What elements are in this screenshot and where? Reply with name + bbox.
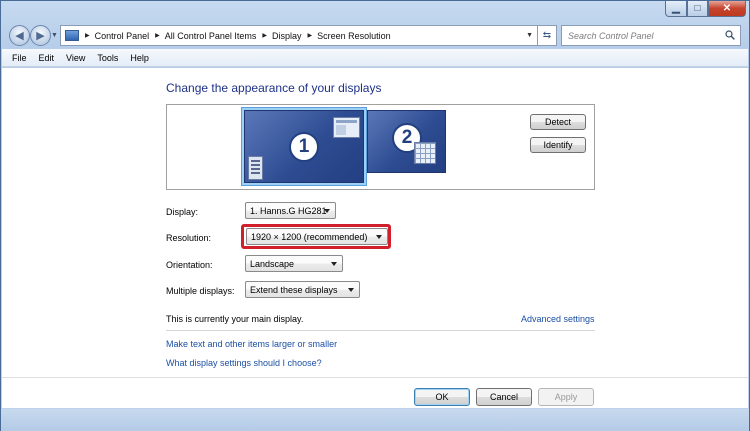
breadcrumb-control-panel[interactable]: Control Panel: [95, 31, 150, 41]
menu-edit[interactable]: Edit: [33, 53, 61, 63]
breadcrumb-separator-icon[interactable]: ▶: [262, 32, 267, 39]
breadcrumb-screen-resolution[interactable]: Screen Resolution: [317, 31, 391, 41]
maximize-button[interactable]: □: [687, 1, 708, 17]
monitor-number: 1: [289, 132, 319, 162]
window-thumbnail-icon: [333, 117, 360, 138]
menu-help[interactable]: Help: [124, 53, 155, 63]
orientation-label: Orientation:: [166, 260, 213, 270]
window-bottom-border: [1, 409, 749, 431]
breadcrumb-display[interactable]: Display: [272, 31, 302, 41]
menu-tools[interactable]: Tools: [91, 53, 124, 63]
monitor-arrangement-panel: 1 2 Detect Identify: [166, 104, 595, 190]
refresh-icon: ⇆: [542, 30, 552, 41]
address-dropdown-icon[interactable]: ▼: [526, 32, 533, 39]
advanced-settings-link[interactable]: Advanced settings: [521, 314, 595, 324]
address-bar[interactable]: ▶ Control Panel ▶ All Control Panel Items …: [60, 25, 538, 46]
main-display-note: This is currently your main display.: [166, 314, 304, 324]
multiple-displays-select-value: Extend these displays: [250, 284, 338, 295]
multiple-displays-select[interactable]: Extend these displays: [245, 281, 360, 298]
chevron-down-icon: [348, 288, 354, 292]
multiple-displays-label: Multiple displays:: [166, 286, 235, 296]
window-frame: ▁ □ ✕ ◀ ▶ ▼ ▶ Control Panel ▶ All Control …: [0, 0, 750, 431]
search-icon[interactable]: [725, 30, 735, 40]
chevron-down-icon: [324, 209, 330, 213]
breadcrumb-separator-icon[interactable]: ▶: [155, 32, 160, 39]
chevron-down-icon: [331, 262, 337, 266]
identify-button[interactable]: Identify: [530, 137, 586, 153]
chevron-down-icon: [376, 235, 382, 239]
content-area: Change the appearance of your displays 1…: [2, 68, 748, 408]
grid-thumbnail-icon: [414, 142, 436, 164]
display-select[interactable]: 1. Hanns.G HG281: [245, 202, 336, 219]
cancel-button[interactable]: Cancel: [476, 388, 532, 406]
resolution-select-value: 1920 × 1200 (recommended): [251, 231, 368, 242]
title-bar: ▁ □ ✕: [1, 1, 749, 21]
menu-view[interactable]: View: [60, 53, 91, 63]
page-title: Change the appearance of your displays: [166, 81, 382, 95]
breadcrumb-all-items[interactable]: All Control Panel Items: [165, 31, 257, 41]
back-button[interactable]: ◀: [9, 25, 30, 46]
orientation-select-value: Landscape: [250, 258, 295, 269]
detect-button[interactable]: Detect: [530, 114, 586, 130]
forward-arrow-icon: ▶: [36, 30, 45, 42]
search-input[interactable]: [562, 30, 717, 41]
forward-button[interactable]: ▶: [30, 25, 51, 46]
display-settings-help-link[interactable]: What display settings should I choose?: [166, 358, 322, 368]
breadcrumb-separator-icon[interactable]: ▶: [307, 32, 312, 39]
navigation-row: ◀ ▶ ▼ ▶ Control Panel ▶ All Control Panel …: [1, 23, 749, 49]
close-button[interactable]: ✕: [708, 1, 746, 17]
button-footer: OK Cancel Apply: [2, 378, 748, 408]
apply-button[interactable]: Apply: [538, 388, 594, 406]
resolution-select[interactable]: 1920 × 1200 (recommended): [246, 228, 388, 245]
divider: [166, 330, 595, 331]
display-label: Display:: [166, 207, 199, 217]
display-select-value: 1. Hanns.G HG281: [250, 205, 327, 216]
recent-pages-dropdown-icon[interactable]: ▼: [51, 32, 58, 39]
minimize-button[interactable]: ▁: [665, 1, 687, 17]
text-size-link[interactable]: Make text and other items larger or smal…: [166, 339, 337, 349]
search-box[interactable]: [561, 25, 741, 46]
orientation-select[interactable]: Landscape: [245, 255, 343, 272]
menu-file[interactable]: File: [2, 53, 33, 63]
resolution-label: Resolution:: [166, 233, 212, 243]
refresh-button[interactable]: ⇆: [538, 25, 557, 46]
ok-button[interactable]: OK: [414, 388, 470, 406]
menu-bar: File Edit View Tools Help: [2, 49, 748, 67]
breadcrumb-separator-icon[interactable]: ▶: [85, 32, 90, 39]
monitor-2[interactable]: 2: [367, 110, 446, 173]
control-panel-icon: [65, 30, 79, 41]
taskbar-thumbnail-icon: [248, 156, 263, 180]
monitor-1[interactable]: 1: [244, 110, 364, 183]
back-arrow-icon: ◀: [15, 30, 24, 42]
